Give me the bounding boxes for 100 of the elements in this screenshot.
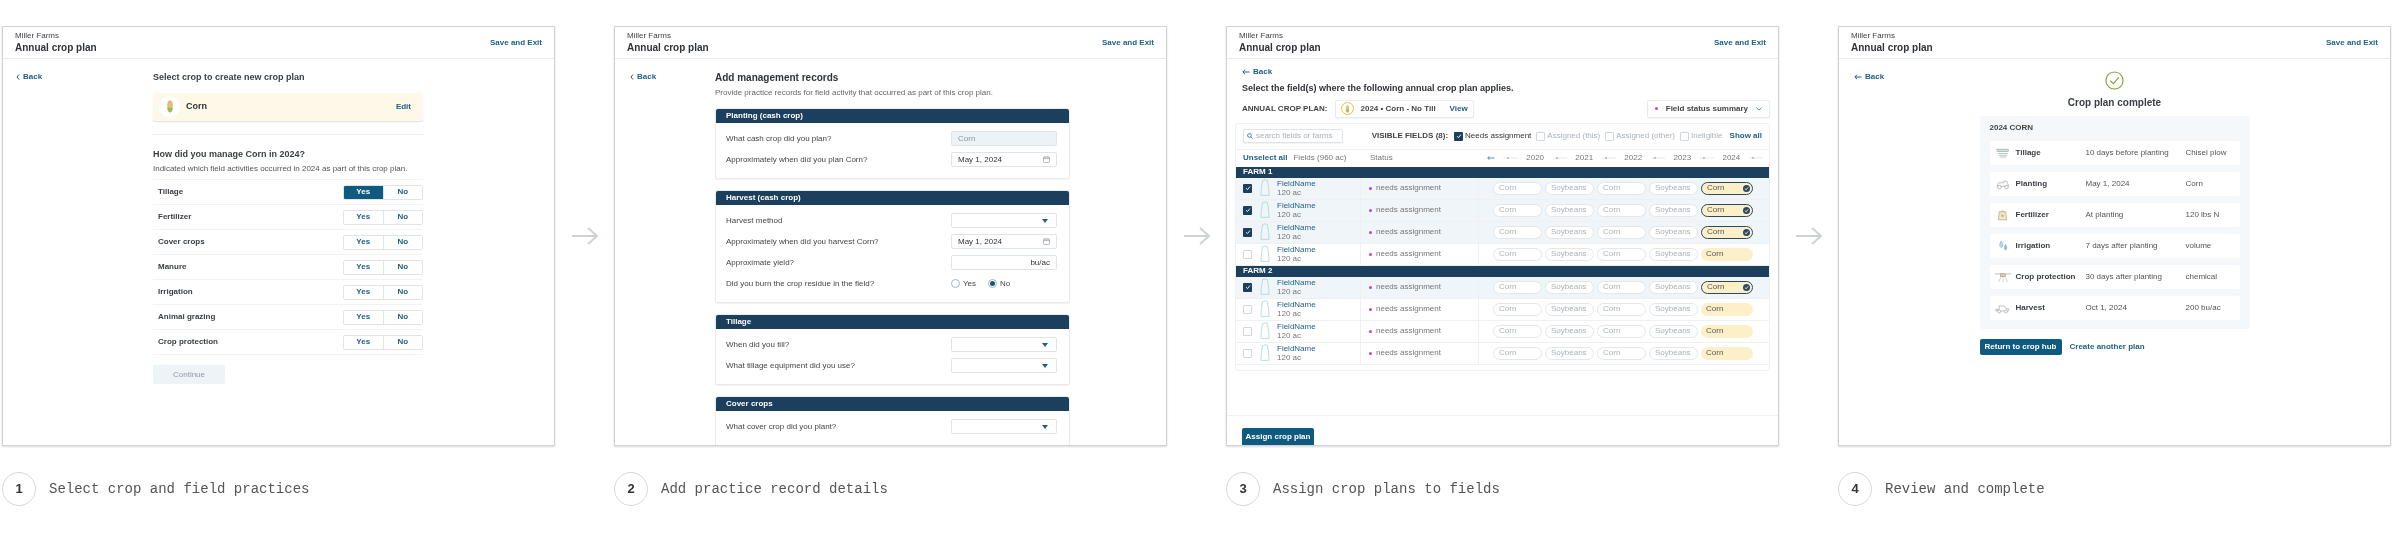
field-area: 120 ac xyxy=(1277,188,1316,197)
date-field[interactable]: May 1, 2024 xyxy=(951,152,1057,167)
group-header: FARM 2 xyxy=(1236,265,1769,277)
save-exit-link[interactable]: Save and Exit xyxy=(489,36,542,49)
toggle-option[interactable]: No xyxy=(382,310,422,324)
checkbox[interactable] xyxy=(1243,249,1252,259)
field-name-link[interactable]: FieldName xyxy=(1277,201,1316,210)
radio-button[interactable] xyxy=(951,279,960,288)
crop-pill[interactable]: Corn xyxy=(1701,302,1753,316)
field-outline-icon xyxy=(1260,322,1270,340)
field-name-link[interactable]: FieldName xyxy=(1277,179,1316,188)
step-caption: Select crop and field practices xyxy=(49,479,310,499)
crop-pill[interactable]: Corn xyxy=(1701,280,1753,294)
check-icon xyxy=(1244,207,1251,213)
crop-pill: Soybeans xyxy=(1649,280,1698,294)
crop-pill: Soybeans xyxy=(1649,225,1698,239)
create-plan-link[interactable]: Create another plan xyxy=(2069,341,2145,353)
crop-pill: Soybeans xyxy=(1545,203,1594,217)
toggle-option[interactable]: Yes xyxy=(344,185,383,199)
crop-pill[interactable]: Corn xyxy=(1701,324,1753,338)
toggle-option[interactable]: No xyxy=(382,335,422,349)
field-name-link[interactable]: FieldName xyxy=(1277,245,1316,254)
field-name-link[interactable]: FieldName xyxy=(1277,223,1316,232)
checkbox[interactable] xyxy=(1605,131,1615,141)
field-outline-icon xyxy=(1260,344,1270,362)
practice-label: Cover crops xyxy=(158,236,205,248)
dropdown-field[interactable] xyxy=(951,337,1057,352)
crop-pill[interactable]: Corn xyxy=(1701,247,1753,261)
back-link[interactable]: Back xyxy=(1242,66,1770,78)
unselect-all-link[interactable]: Unselect all xyxy=(1243,152,1288,164)
crop-pill: Soybeans xyxy=(1545,247,1594,261)
input-field[interactable]: bu/ac xyxy=(951,255,1057,270)
checkbox[interactable] xyxy=(1243,326,1252,336)
assign-button[interactable]: Assign crop plan xyxy=(1242,428,1314,445)
filter-option-label: Assigned (this) xyxy=(1547,130,1601,142)
field-area: 120 ac xyxy=(1277,331,1316,340)
checkbox[interactable] xyxy=(1243,183,1252,193)
crop-pill[interactable]: Corn xyxy=(1701,181,1753,195)
corn-icon xyxy=(1345,104,1351,113)
field-area: 120 ac xyxy=(1277,309,1316,318)
checkbox[interactable] xyxy=(1454,131,1464,141)
toggle-option[interactable]: No xyxy=(382,210,422,224)
practice-label: Crop protection xyxy=(158,336,218,348)
arrow-left-icon xyxy=(1854,74,1862,80)
checkbox[interactable] xyxy=(1243,227,1252,237)
table-row[interactable]: FieldName 120 ac needs assignment Corn Soybeans Corn Soybeans Corn xyxy=(1236,177,1769,200)
check-icon xyxy=(1244,185,1251,191)
table-row[interactable]: FieldName 120 ac needs assignment Corn Soybeans Corn Soybeans Corn xyxy=(1236,342,1769,365)
save-exit-link[interactable]: Save and Exit xyxy=(1713,36,1766,49)
field-name-link[interactable]: FieldName xyxy=(1277,344,1316,353)
save-exit-link[interactable]: Save and Exit xyxy=(2325,36,2378,49)
checkbox[interactable] xyxy=(1243,348,1252,358)
show-all-link[interactable]: Show all xyxy=(1729,130,1762,142)
checkbox[interactable] xyxy=(1243,282,1252,292)
status-summary-dropdown[interactable]: Field status summary xyxy=(1646,99,1770,118)
field-area: 120 ac xyxy=(1277,254,1316,263)
return-button[interactable]: Return to crop hub xyxy=(1979,339,2062,355)
crop-pill: Corn xyxy=(1493,247,1542,261)
checkbox[interactable] xyxy=(1679,131,1689,141)
toggle-option[interactable]: No xyxy=(382,285,422,299)
status-text: needs assignment xyxy=(1376,325,1441,337)
dropdown-field[interactable] xyxy=(951,213,1057,228)
table-row[interactable]: FieldName 120 ac needs assignment Corn Soybeans Corn Soybeans Corn xyxy=(1236,243,1769,266)
crop-pill: Soybeans xyxy=(1545,324,1594,338)
toggle-option[interactable]: No xyxy=(382,185,422,199)
crop-pill[interactable]: Corn xyxy=(1701,225,1753,239)
checkbox[interactable] xyxy=(1243,205,1252,215)
edit-link[interactable]: Edit xyxy=(395,100,411,113)
water-drops-icon xyxy=(1996,240,2009,252)
back-link[interactable]: Back xyxy=(1854,71,1885,83)
checkbox[interactable] xyxy=(1243,304,1252,314)
table-row[interactable]: FieldName 120 ac needs assignment Corn Soybeans Corn Soybeans Corn xyxy=(1236,199,1769,222)
save-exit-link[interactable]: Save and Exit xyxy=(1101,36,1154,49)
table-row[interactable]: FieldName 120 ac needs assignment Corn Soybeans Corn Soybeans Corn xyxy=(1236,298,1769,321)
dropdown-field[interactable] xyxy=(951,358,1057,373)
dropdown-field[interactable] xyxy=(951,419,1057,434)
status-text: needs assignment xyxy=(1376,248,1441,260)
record-timing: 10 days before planting xyxy=(2085,147,2170,159)
field-name-link[interactable]: FieldName xyxy=(1277,322,1316,331)
field-area: 120 ac xyxy=(1277,353,1316,362)
checkbox[interactable] xyxy=(1536,131,1546,141)
crop-pill[interactable]: Corn xyxy=(1701,346,1753,360)
section-heading: Select the field(s) where the following annual crop plan applies. xyxy=(1241,82,1515,95)
back-link[interactable]: Back xyxy=(16,71,153,83)
field-name-link[interactable]: FieldName xyxy=(1277,278,1316,287)
view-link[interactable]: View xyxy=(1449,102,1468,115)
table-row[interactable]: FieldName 120 ac needs assignment Corn Soybeans Corn Soybeans Corn xyxy=(1236,320,1769,343)
crop-pill: Soybeans xyxy=(1545,181,1594,195)
toggle-option[interactable]: No xyxy=(382,235,422,249)
card-title: 2024 CORN xyxy=(1989,122,2035,134)
crop-pill[interactable]: Corn xyxy=(1701,203,1753,217)
date-field[interactable]: May 1, 2024 xyxy=(951,234,1057,249)
record-detail: chemical xyxy=(2185,271,2218,283)
field-label: Did you burn the crop residue in the field? xyxy=(726,277,875,290)
radio-button[interactable] xyxy=(988,279,998,288)
toggle-option[interactable]: No xyxy=(382,260,422,274)
table-row[interactable]: FieldName 120 ac needs assignment Corn Soybeans Corn Soybeans Corn xyxy=(1236,221,1769,244)
back-link[interactable]: Back xyxy=(630,71,715,83)
field-name-link[interactable]: FieldName xyxy=(1277,300,1316,309)
table-row[interactable]: FieldName 120 ac needs assignment Corn Soybeans Corn Soybeans Corn xyxy=(1236,276,1769,299)
